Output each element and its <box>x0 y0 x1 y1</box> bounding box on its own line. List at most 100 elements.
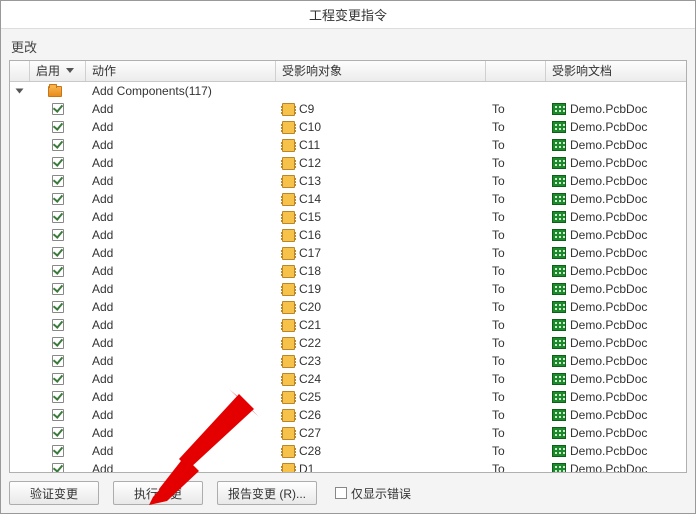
row-enable-checkbox[interactable] <box>52 409 64 421</box>
header-enable[interactable]: 启用 <box>30 61 86 82</box>
pcb-doc-icon <box>552 265 566 277</box>
row-enable-checkbox[interactable] <box>52 121 64 133</box>
execute-changes-button[interactable]: 执行变更 <box>113 481 203 505</box>
row-enable-checkbox[interactable] <box>52 319 64 331</box>
table-row[interactable]: AddC12ToDemo.PcbDoc <box>10 154 686 172</box>
grid-body[interactable]: Add Components(117) AddC9ToDemo.PcbDocAd… <box>10 82 686 472</box>
table-row[interactable]: AddC17ToDemo.PcbDoc <box>10 244 686 262</box>
row-object: C18 <box>299 264 321 278</box>
component-icon <box>282 463 295 473</box>
row-enable-checkbox[interactable] <box>52 355 64 367</box>
row-doc: Demo.PcbDoc <box>570 174 647 188</box>
row-object: C28 <box>299 444 321 458</box>
component-icon <box>282 445 295 458</box>
group-row[interactable]: Add Components(117) <box>10 82 686 100</box>
table-row[interactable]: AddC9ToDemo.PcbDoc <box>10 100 686 118</box>
row-enable-checkbox[interactable] <box>52 193 64 205</box>
table-row[interactable]: AddC23ToDemo.PcbDoc <box>10 352 686 370</box>
row-enable-checkbox[interactable] <box>52 229 64 241</box>
row-action: Add <box>92 336 113 350</box>
row-action: Add <box>92 174 113 188</box>
table-row[interactable]: AddC11ToDemo.PcbDoc <box>10 136 686 154</box>
row-object: C14 <box>299 192 321 206</box>
table-row[interactable]: AddC25ToDemo.PcbDoc <box>10 388 686 406</box>
header-doc[interactable]: 受影响文档 <box>546 61 686 82</box>
table-row[interactable]: AddC22ToDemo.PcbDoc <box>10 334 686 352</box>
changes-group-label: 更改 <box>9 35 687 60</box>
changes-grid: 启用 动作 受影响对象 受影响文档 <box>9 60 687 474</box>
only-errors-checkbox[interactable]: 仅显示错误 <box>335 485 411 502</box>
table-row[interactable]: AddC15ToDemo.PcbDoc <box>10 208 686 226</box>
table-row[interactable]: AddC20ToDemo.PcbDoc <box>10 298 686 316</box>
pcb-doc-icon <box>552 427 566 439</box>
table-row[interactable]: AddC28ToDemo.PcbDoc <box>10 442 686 460</box>
row-enable-checkbox[interactable] <box>52 157 64 169</box>
table-row[interactable]: AddC13ToDemo.PcbDoc <box>10 172 686 190</box>
table-row[interactable]: AddD1ToDemo.PcbDoc <box>10 460 686 472</box>
report-changes-button[interactable]: 报告变更 (R)... <box>217 481 317 505</box>
table-row[interactable]: AddC18ToDemo.PcbDoc <box>10 262 686 280</box>
table-row[interactable]: AddC16ToDemo.PcbDoc <box>10 226 686 244</box>
sort-desc-icon <box>66 68 74 73</box>
row-object: C15 <box>299 210 321 224</box>
component-icon <box>282 103 295 116</box>
row-enable-checkbox[interactable] <box>52 139 64 151</box>
row-enable-checkbox[interactable] <box>52 373 64 385</box>
table-row[interactable]: AddC19ToDemo.PcbDoc <box>10 280 686 298</box>
row-to: To <box>492 120 505 134</box>
row-to: To <box>492 192 505 206</box>
pcb-doc-icon <box>552 409 566 421</box>
pcb-doc-icon <box>552 121 566 133</box>
row-enable-checkbox[interactable] <box>52 247 64 259</box>
row-enable-checkbox[interactable] <box>52 301 64 313</box>
row-enable-checkbox[interactable] <box>52 211 64 223</box>
row-doc: Demo.PcbDoc <box>570 102 647 116</box>
table-row[interactable]: AddC10ToDemo.PcbDoc <box>10 118 686 136</box>
component-icon <box>282 337 295 350</box>
component-icon <box>282 139 295 152</box>
row-enable-checkbox[interactable] <box>52 463 64 472</box>
row-object: C23 <box>299 354 321 368</box>
table-row[interactable]: AddC21ToDemo.PcbDoc <box>10 316 686 334</box>
row-action: Add <box>92 264 113 278</box>
row-enable-checkbox[interactable] <box>52 175 64 187</box>
component-icon <box>282 319 295 332</box>
component-icon <box>282 175 295 188</box>
row-object: C9 <box>299 102 314 116</box>
table-row[interactable]: AddC24ToDemo.PcbDoc <box>10 370 686 388</box>
row-object: C27 <box>299 426 321 440</box>
row-enable-checkbox[interactable] <box>52 427 64 439</box>
checkbox-icon <box>335 487 347 499</box>
row-enable-checkbox[interactable] <box>52 283 64 295</box>
row-action: Add <box>92 228 113 242</box>
row-action: Add <box>92 318 113 332</box>
row-doc: Demo.PcbDoc <box>570 444 647 458</box>
validate-changes-button[interactable]: 验证变更 <box>9 481 99 505</box>
row-object: C24 <box>299 372 321 386</box>
row-action: Add <box>92 102 113 116</box>
content-area: 更改 启用 动作 受影响对象 受影响文档 <box>1 29 695 474</box>
tree-collapse-icon[interactable] <box>15 86 25 96</box>
row-doc: Demo.PcbDoc <box>570 156 647 170</box>
row-doc: Demo.PcbDoc <box>570 210 647 224</box>
header-action[interactable]: 动作 <box>86 61 276 82</box>
row-action: Add <box>92 120 113 134</box>
table-row[interactable]: AddC26ToDemo.PcbDoc <box>10 406 686 424</box>
row-enable-checkbox[interactable] <box>52 103 64 115</box>
table-row[interactable]: AddC27ToDemo.PcbDoc <box>10 424 686 442</box>
row-enable-checkbox[interactable] <box>52 265 64 277</box>
row-enable-checkbox[interactable] <box>52 337 64 349</box>
pcb-doc-icon <box>552 283 566 295</box>
row-doc: Demo.PcbDoc <box>570 282 647 296</box>
row-action: Add <box>92 300 113 314</box>
component-icon <box>282 391 295 404</box>
component-icon <box>282 373 295 386</box>
row-enable-checkbox[interactable] <box>52 445 64 457</box>
row-enable-checkbox[interactable] <box>52 391 64 403</box>
component-icon <box>282 283 295 296</box>
pcb-doc-icon <box>552 319 566 331</box>
row-to: To <box>492 228 505 242</box>
header-object[interactable]: 受影响对象 <box>276 61 486 82</box>
table-row[interactable]: AddC14ToDemo.PcbDoc <box>10 190 686 208</box>
row-to: To <box>492 426 505 440</box>
